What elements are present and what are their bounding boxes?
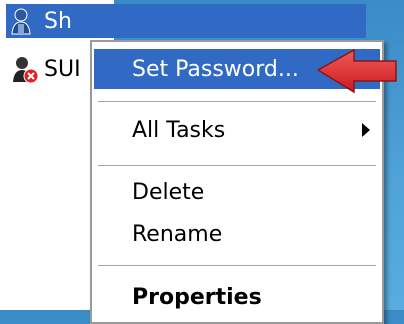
menu-item-properties[interactable]: Properties xyxy=(94,277,380,317)
menu-separator xyxy=(98,101,376,103)
menu-item-all-tasks[interactable]: All Tasks xyxy=(94,110,380,150)
user-label: SUI xyxy=(44,56,81,82)
disabled-user-icon xyxy=(10,54,40,84)
menu-item-label: Delete xyxy=(132,179,205,205)
user-list-item-sh[interactable]: Sh xyxy=(6,4,366,38)
menu-item-rename[interactable]: Rename xyxy=(94,214,380,254)
menu-separator xyxy=(98,165,376,167)
menu-item-label: Properties xyxy=(132,284,262,310)
user-label: Sh xyxy=(44,8,72,34)
callout-arrow-icon xyxy=(316,48,397,94)
submenu-arrow-icon xyxy=(362,123,370,137)
menu-item-label: Set Password... xyxy=(132,56,299,82)
menu-item-label: All Tasks xyxy=(132,117,226,143)
menu-item-label: Rename xyxy=(132,221,223,247)
menu-item-delete[interactable]: Delete xyxy=(94,172,380,212)
menu-separator xyxy=(98,265,376,267)
user-icon xyxy=(10,6,40,36)
